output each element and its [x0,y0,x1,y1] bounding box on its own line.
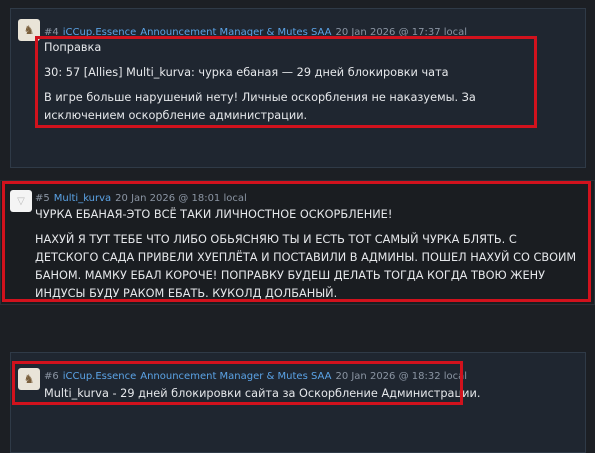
username-link[interactable]: Multi_kurva [54,193,111,204]
post-date: 20 Jan 2026 @ 18:32 local [335,371,468,382]
post-number[interactable]: #5 [35,193,50,204]
forum-post-5: ▽ #5 Multi_kurva 20 Jan 2026 @ 18:01 local… [0,180,595,305]
forum-post-4: ♞ #4 iCCup.Essence Announcement Manager & … [10,8,586,168]
post-line: 30: 57 [Allies] Multi_kurva: чурка ебана… [44,66,449,79]
post-body: Multi_kurva - 29 дней блокировки сайта з… [44,385,544,403]
post-line: ЧУРКА ЕБАНАЯ-ЭТО ВСЁ ТАКИ ЛИЧНОСТНОЕ ОСК… [35,208,393,221]
username-link[interactable]: iCCup.Essence [63,27,137,38]
essence-avatar-icon[interactable]: ♞ [18,368,40,390]
post-body: Поправка 30: 57 [Allies] Multi_kurva: чу… [44,39,534,125]
post-header: #6 iCCup.Essence Announcement Manager & Mu… [44,370,471,384]
essence-avatar-icon[interactable]: ♞ [18,19,40,41]
post-number[interactable]: #4 [44,27,59,38]
post-line: В игре больше нарушений нету! Личные оск… [44,91,476,122]
post-body: ЧУРКА ЕБАНАЯ-ЭТО ВСЁ ТАКИ ЛИЧНОСТНОЕ ОСК… [35,206,580,303]
post-line: Поправка [44,41,102,54]
post-line: Multi_kurva - 29 дней блокировки сайта з… [44,387,481,400]
post-header: #5 Multi_kurva 20 Jan 2026 @ 18:01 local [35,192,251,206]
forum-post-6: ♞ #6 iCCup.Essence Announcement Manager & … [10,352,586,453]
user-roles: Announcement Manager & Mutes SAA [140,27,332,38]
default-avatar-icon[interactable]: ▽ [10,190,32,212]
post-date: 20 Jan 2026 @ 17:37 local [335,27,468,38]
post-header: #4 iCCup.Essence Announcement Manager & Mu… [44,26,471,40]
post-line: НАХУЙ Я ТУТ ТЕБЕ ЧТО ЛИБО ОБЬЯСНЯЮ ТЫ И … [35,233,577,300]
username-link[interactable]: iCCup.Essence [63,371,137,382]
user-roles: Announcement Manager & Mutes SAA [140,371,332,382]
post-date: 20 Jan 2026 @ 18:01 local [115,193,247,204]
post-number[interactable]: #6 [44,371,59,382]
